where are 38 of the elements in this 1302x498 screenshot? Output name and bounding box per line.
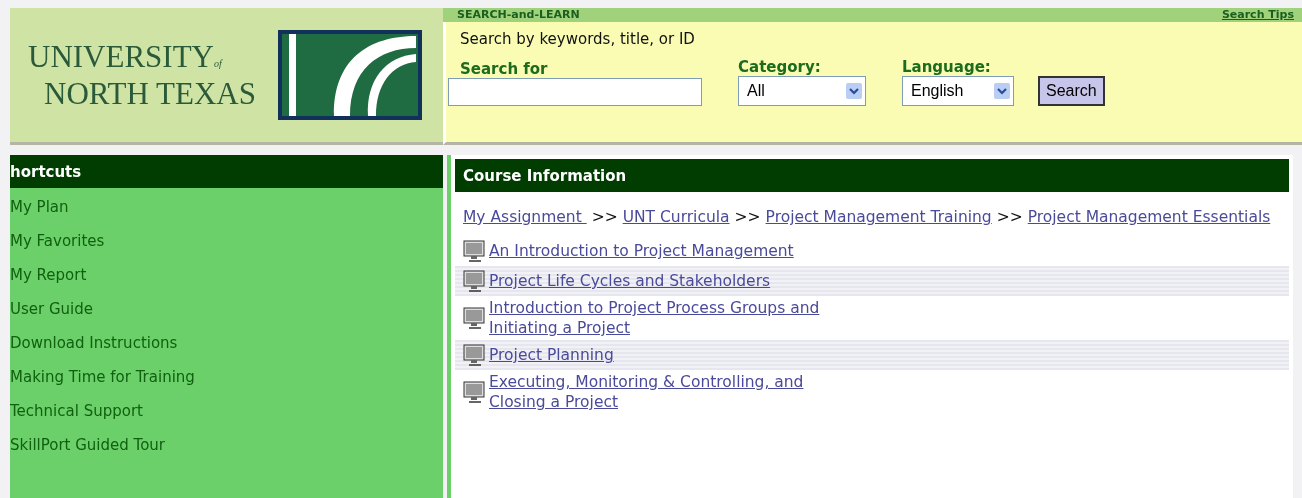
shortcut-link[interactable]: User Guide	[10, 296, 443, 323]
category-label: Category:	[738, 58, 822, 76]
monitor-icon	[463, 306, 487, 330]
search-button[interactable]: Search	[1038, 76, 1105, 106]
shortcut-link[interactable]: Technical Support	[10, 398, 443, 425]
shortcut-link[interactable]: Making Time for Training	[10, 364, 443, 391]
monitor-icon	[463, 239, 487, 263]
breadcrumb-link[interactable]: UNT Curricula	[622, 208, 730, 226]
emblem-logo-icon	[278, 30, 422, 120]
search-field[interactable]	[448, 78, 702, 106]
course-information-header: Course Information	[455, 159, 1289, 192]
monitor-icon	[463, 269, 487, 293]
course-link[interactable]: Executing, Monitoring & Controlling, and Closing a Project	[489, 372, 804, 412]
search-tips-link[interactable]: Search Tips	[1221, 9, 1294, 21]
shortcut-link[interactable]: My Favorites	[10, 228, 443, 255]
course-link[interactable]: Project Planning	[489, 345, 614, 365]
language-label: Language:	[902, 58, 992, 76]
search-hint: Search by keywords, title, or ID	[459, 30, 696, 48]
breadcrumb-link[interactable]: My Assignment	[463, 208, 587, 226]
monitor-icon	[463, 380, 487, 404]
shortcut-link[interactable]: My Report	[10, 262, 443, 289]
language-dropdown[interactable]: English	[902, 76, 1014, 106]
shortcut-link[interactable]: SkillPort Guided Tour	[10, 432, 443, 459]
course-link[interactable]: An Introduction to Project Management	[489, 241, 794, 261]
university-logo-text: UNIVERSITYof NORTH TEXAS	[28, 41, 256, 109]
breadcrumb-link[interactable]: Project Management Training	[765, 208, 992, 226]
category-dropdown[interactable]: All	[738, 76, 866, 106]
shortcut-link[interactable]: My Plan	[10, 194, 443, 221]
shortcut-link[interactable]: Download Instructions	[10, 330, 443, 357]
search-for-label: Search for	[459, 60, 549, 78]
breadcrumb-separator: >>	[733, 208, 762, 226]
monitor-icon	[463, 343, 487, 367]
breadcrumb-separator: >>	[590, 208, 619, 226]
shortcuts-header: hortcuts	[10, 155, 443, 188]
section-heading: SEARCH-and-LEARN	[457, 9, 580, 21]
breadcrumb-separator: >>	[995, 208, 1024, 226]
breadcrumb-link[interactable]: Project Management Essentials	[1027, 208, 1271, 226]
course-link[interactable]: Introduction to Project Process Groups and Initiating a Project	[489, 298, 820, 338]
